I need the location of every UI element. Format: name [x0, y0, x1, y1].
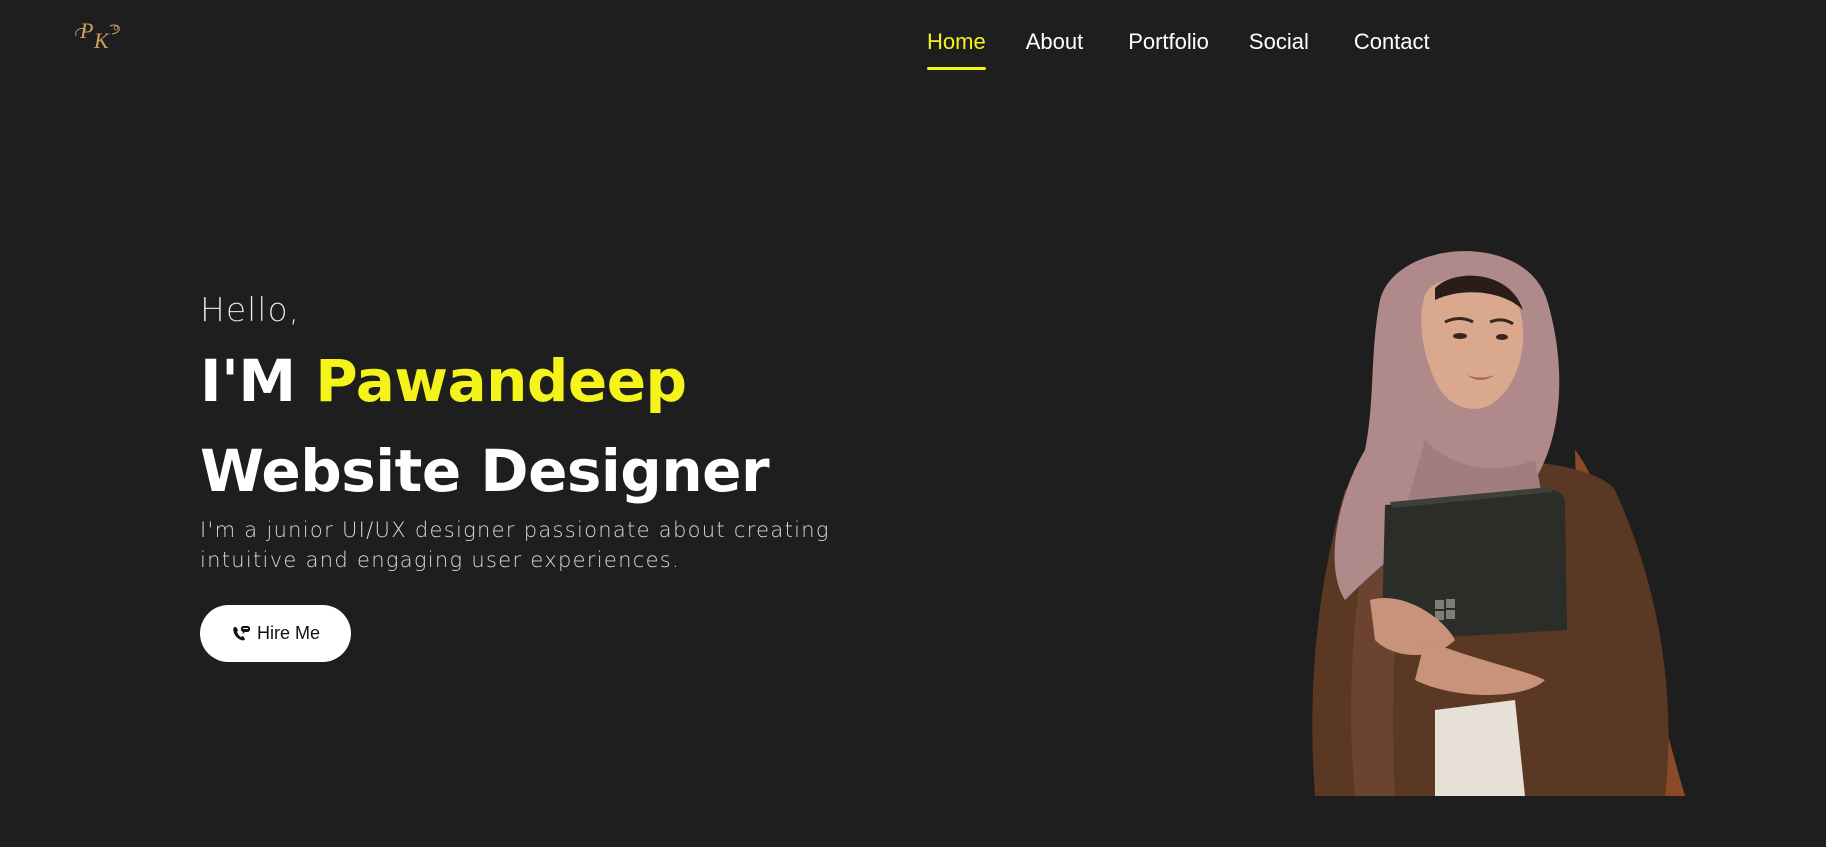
main-nav: Home About Portfolio Social Contact: [927, 26, 1470, 70]
logo-monogram-icon: P K: [75, 18, 120, 53]
hero-description: I'm a junior UI/UX designer passionate a…: [200, 518, 830, 572]
nav-about[interactable]: About: [1026, 26, 1084, 70]
greeting-text: Hello,: [200, 290, 301, 329]
hero-headline: I'M Pawandeep: [200, 341, 980, 421]
site-header: P K Home About Portfolio Social Contact: [0, 0, 1826, 90]
svg-text:K: K: [93, 28, 110, 53]
phone-chat-icon: [231, 624, 251, 644]
hire-me-label: Hire Me: [256, 623, 320, 643]
hire-me-button[interactable]: Hire Me: [200, 605, 351, 662]
nav-contact[interactable]: Contact: [1354, 26, 1430, 70]
logo[interactable]: P K: [72, 16, 128, 58]
person-with-laptop-icon: [1312, 251, 1685, 796]
nav-social[interactable]: Social: [1249, 26, 1309, 70]
nav-home[interactable]: Home: [927, 26, 986, 70]
hero-section: Hello, I'M Pawandeep Website Designer I'…: [200, 285, 980, 662]
nav-portfolio[interactable]: Portfolio: [1128, 26, 1209, 70]
hero-name: Pawandeep: [315, 347, 687, 415]
portrait-photo: [1285, 240, 1725, 796]
intro-prefix: I'M: [200, 347, 296, 415]
hero-role: Website Designer: [200, 437, 770, 505]
svg-text:P: P: [79, 18, 93, 43]
